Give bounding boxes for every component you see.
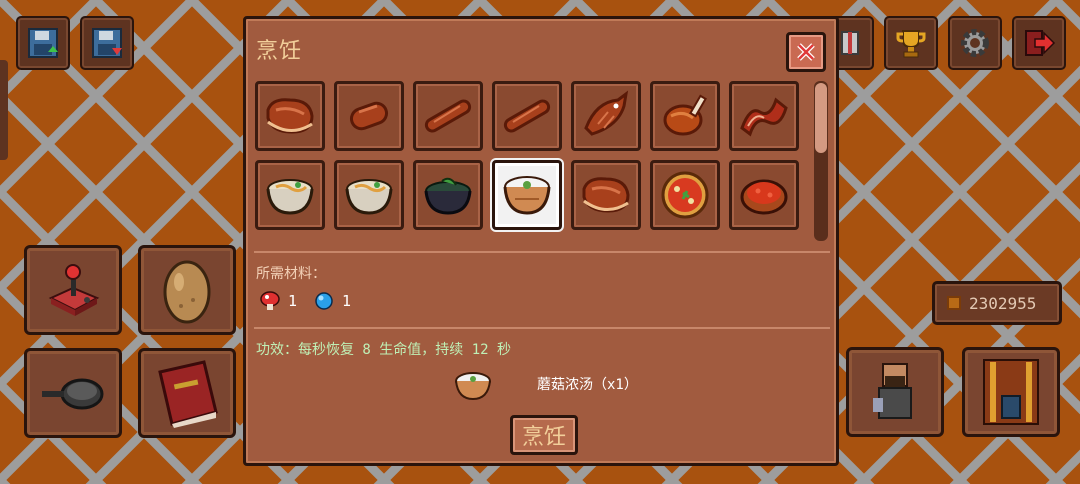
dark-soup-icon bbox=[424, 177, 472, 215]
shop-stall-icon bbox=[983, 359, 1039, 425]
frying-pan-icon bbox=[42, 378, 104, 410]
cooking-dialog: 烹饪 所需材料： 1 1 功效：每秒恢复 8 生命值，持续 12 秒 蘑菇浓汤（… bbox=[243, 16, 839, 466]
exit-icon bbox=[1025, 30, 1056, 56]
close-icon bbox=[797, 43, 815, 61]
shop-button[interactable] bbox=[962, 347, 1060, 437]
divider bbox=[254, 251, 830, 253]
recipe-slot[interactable] bbox=[650, 81, 720, 151]
recipe-slot-selected[interactable] bbox=[492, 160, 562, 230]
coin-icon bbox=[947, 296, 961, 310]
recipe-slot[interactable] bbox=[492, 81, 562, 151]
recipe-slot[interactable] bbox=[255, 81, 325, 151]
save-download-icon bbox=[92, 28, 122, 58]
fish-icon bbox=[584, 90, 629, 136]
trophy-button[interactable] bbox=[884, 16, 938, 70]
steak-icon bbox=[582, 177, 630, 213]
roast-chicken-icon bbox=[663, 94, 707, 136]
recipe-slot[interactable] bbox=[413, 160, 483, 230]
exit-button[interactable] bbox=[1012, 16, 1066, 70]
arcade-button[interactable] bbox=[24, 245, 122, 335]
bacon-icon bbox=[740, 97, 788, 137]
divider bbox=[254, 327, 830, 329]
effect-text: 功效：每秒恢复 8 生命值，持续 12 秒 bbox=[256, 342, 512, 358]
egg-button[interactable] bbox=[138, 245, 236, 335]
recipe-slot[interactable] bbox=[571, 81, 641, 151]
coin-amount: 2302955 bbox=[969, 293, 1037, 313]
red-mushroom-icon bbox=[260, 291, 280, 310]
coin-counter: 2302955 bbox=[932, 281, 1062, 325]
recipe-scrollbar[interactable] bbox=[814, 81, 828, 241]
recipe-slot[interactable] bbox=[729, 81, 799, 151]
egg-icon bbox=[163, 260, 211, 324]
recipe-slot[interactable] bbox=[571, 160, 641, 230]
pizza-icon bbox=[661, 171, 709, 219]
sausage-long-icon bbox=[424, 99, 472, 133]
close-button[interactable] bbox=[786, 32, 826, 72]
settings-button[interactable] bbox=[948, 16, 1002, 70]
noodle-bowl-icon bbox=[266, 179, 314, 215]
ingredient-gem: 1 bbox=[314, 291, 351, 311]
recipe-book-button[interactable] bbox=[138, 348, 236, 438]
recipe-slot[interactable] bbox=[334, 160, 404, 230]
tomato-pie-icon bbox=[740, 179, 788, 215]
mushroom-soup-icon bbox=[455, 372, 491, 401]
dialog-title: 烹饪 bbox=[256, 39, 303, 64]
noodle-bowl-icon bbox=[345, 179, 393, 215]
joystick-icon bbox=[48, 264, 100, 316]
sausage-icon bbox=[349, 101, 389, 131]
recipe-slot[interactable] bbox=[255, 160, 325, 230]
materials-label: 所需材料： bbox=[256, 266, 326, 282]
character-icon bbox=[873, 363, 912, 419]
character-button[interactable] bbox=[846, 347, 944, 437]
cook-button[interactable]: 烹饪 bbox=[510, 415, 578, 455]
cooking-pan-button[interactable] bbox=[24, 348, 122, 438]
book-icon bbox=[158, 360, 218, 428]
result-dish-name: 蘑菇浓汤（x1） bbox=[537, 377, 638, 393]
save-game-icon bbox=[28, 28, 58, 58]
recipe-slot[interactable] bbox=[729, 160, 799, 230]
recipe-slot[interactable] bbox=[650, 160, 720, 230]
recipe-grid bbox=[255, 81, 805, 241]
scroll-thumb[interactable] bbox=[815, 83, 827, 153]
trophy-icon bbox=[896, 30, 926, 58]
save-game-button[interactable] bbox=[16, 16, 70, 70]
sausage-long-icon bbox=[503, 99, 551, 133]
steak-icon bbox=[266, 98, 314, 134]
ingredient-count: 1 bbox=[288, 292, 298, 310]
gear-icon bbox=[961, 29, 989, 57]
recipe-slot[interactable] bbox=[413, 81, 483, 151]
load-game-button[interactable] bbox=[80, 16, 134, 70]
ingredient-mushroom: 1 bbox=[260, 291, 297, 311]
recipe-slot[interactable] bbox=[334, 81, 404, 151]
left-edge-tab[interactable] bbox=[0, 60, 8, 160]
mushroom-soup-icon bbox=[503, 176, 551, 215]
blue-gem-icon bbox=[315, 292, 333, 310]
ingredient-count: 1 bbox=[342, 292, 352, 310]
